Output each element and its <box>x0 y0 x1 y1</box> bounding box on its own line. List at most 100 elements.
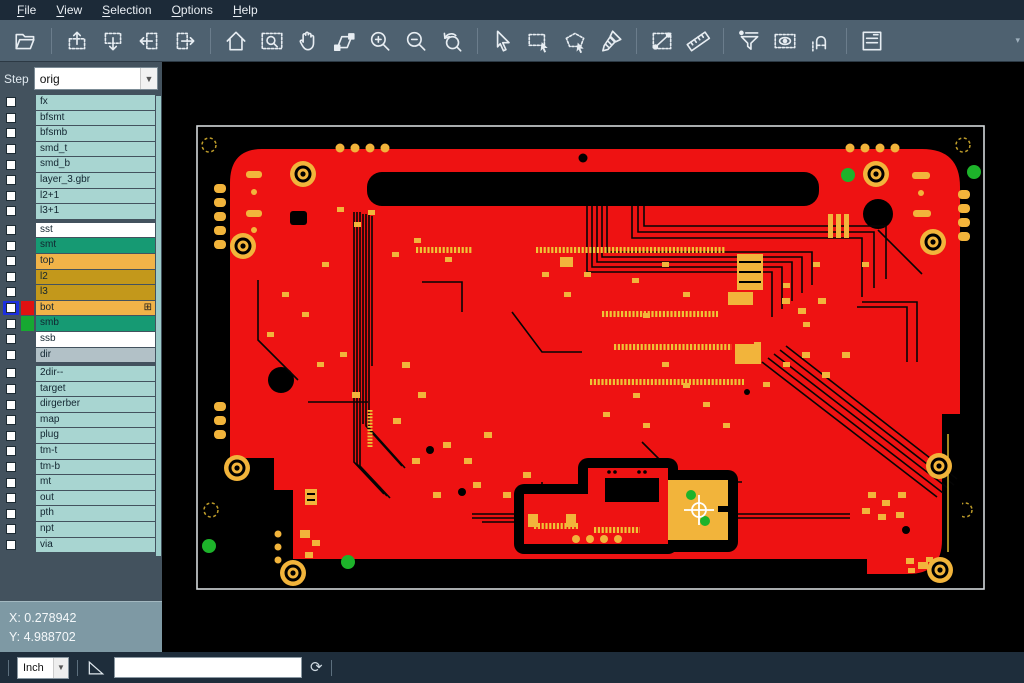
layer-label[interactable]: sst <box>36 223 155 238</box>
open-folder-icon[interactable] <box>8 25 44 57</box>
layer-label[interactable]: l3 <box>36 285 155 300</box>
step-select[interactable]: orig ▼ <box>34 67 158 90</box>
zoom-vertex-icon[interactable] <box>326 25 362 57</box>
layer-color-swatch[interactable] <box>21 444 34 459</box>
layer-checkbox[interactable] <box>6 97 16 107</box>
layer-checkbox[interactable] <box>6 175 16 185</box>
layer-label[interactable]: plug <box>36 428 155 443</box>
layer-label[interactable]: top <box>36 254 155 269</box>
layer-label[interactable]: l2+1 <box>36 189 155 204</box>
layer-checkbox[interactable] <box>6 160 16 170</box>
layer-checkbox[interactable] <box>6 191 16 201</box>
layer-checkbox[interactable] <box>6 350 16 360</box>
layer-list-scrollbar[interactable] <box>156 96 161 556</box>
layer-label[interactable]: layer_3.gbr <box>36 173 155 188</box>
layer-color-swatch[interactable] <box>21 348 34 363</box>
zoom-out-icon[interactable] <box>398 25 434 57</box>
pan-up-icon[interactable] <box>59 25 95 57</box>
layer-color-swatch[interactable] <box>21 332 34 347</box>
layer-checkbox[interactable] <box>6 241 16 251</box>
layer-color-swatch[interactable] <box>21 316 34 331</box>
menu-item-help[interactable]: Help <box>224 1 267 19</box>
layer-checkbox[interactable] <box>6 206 16 216</box>
layer-label[interactable]: target <box>36 382 155 397</box>
select-rect-icon[interactable] <box>521 25 557 57</box>
menu-item-selection[interactable]: Selection <box>93 1 160 19</box>
layer-label[interactable]: via <box>36 538 155 553</box>
layer-color-swatch[interactable] <box>21 223 34 238</box>
layer-checkbox[interactable] <box>6 319 16 329</box>
layer-label[interactable]: tm-t <box>36 444 155 459</box>
layer-color-swatch[interactable] <box>21 111 34 126</box>
layer-label[interactable]: out <box>36 491 155 506</box>
layer-color-swatch[interactable] <box>21 254 34 269</box>
units-select[interactable]: Inch ▼ <box>17 657 69 679</box>
pan-right-icon[interactable] <box>167 25 203 57</box>
snap-magnet-icon[interactable] <box>803 25 839 57</box>
layer-color-swatch[interactable] <box>21 126 34 141</box>
pcb-canvas[interactable] <box>162 62 1024 652</box>
layer-label[interactable]: smt <box>36 238 155 253</box>
layer-label[interactable]: ssb <box>36 332 155 347</box>
ruler-icon[interactable] <box>680 25 716 57</box>
layer-checkbox[interactable] <box>6 478 16 488</box>
layer-checkbox[interactable] <box>6 113 16 123</box>
layer-color-swatch[interactable] <box>21 189 34 204</box>
menu-item-view[interactable]: View <box>47 1 91 19</box>
layer-label[interactable]: smd_b <box>36 157 155 172</box>
refresh-icon[interactable]: ⟳ <box>310 660 323 675</box>
layer-checkbox[interactable] <box>6 462 16 472</box>
select-cursor-icon[interactable] <box>485 25 521 57</box>
layer-label[interactable]: smb <box>36 316 155 331</box>
home-icon[interactable] <box>218 25 254 57</box>
filter-icon[interactable] <box>731 25 767 57</box>
select-polygon-icon[interactable] <box>557 25 593 57</box>
view-options-icon[interactable] <box>767 25 803 57</box>
layer-color-swatch[interactable] <box>21 428 34 443</box>
layer-label[interactable]: l2 <box>36 270 155 285</box>
layer-label[interactable]: dirgerber <box>36 397 155 412</box>
layer-checkbox[interactable] <box>6 540 16 550</box>
pan-down-icon[interactable] <box>95 25 131 57</box>
layer-color-swatch[interactable] <box>21 522 34 537</box>
layer-checkbox[interactable] <box>6 225 16 235</box>
layer-label[interactable]: pth <box>36 506 155 521</box>
zoom-window-icon[interactable] <box>254 25 290 57</box>
layer-checkbox[interactable] <box>6 272 16 282</box>
layer-color-swatch[interactable] <box>21 204 34 219</box>
layer-color-swatch[interactable] <box>21 142 34 157</box>
layer-color-swatch[interactable] <box>21 475 34 490</box>
layer-color-swatch[interactable] <box>21 413 34 428</box>
layer-label[interactable]: dir <box>36 348 155 363</box>
layer-color-swatch[interactable] <box>21 238 34 253</box>
layer-label[interactable]: npt <box>36 522 155 537</box>
layer-color-swatch[interactable] <box>21 538 34 553</box>
layer-color-swatch[interactable] <box>21 285 34 300</box>
layer-color-swatch[interactable] <box>21 366 34 381</box>
layer-color-swatch[interactable] <box>21 382 34 397</box>
layer-checkbox[interactable] <box>6 446 16 456</box>
layer-color-swatch[interactable] <box>21 157 34 172</box>
layer-label[interactable]: fx <box>36 95 155 110</box>
layer-checkbox[interactable] <box>6 493 16 503</box>
pan-hand-icon[interactable] <box>290 25 326 57</box>
angle-measure-icon[interactable] <box>86 658 106 678</box>
layer-color-swatch[interactable] <box>21 301 34 316</box>
measure-box-icon[interactable] <box>644 25 680 57</box>
layer-label[interactable]: bot⊞ <box>36 301 155 316</box>
layer-checkbox[interactable] <box>6 509 16 519</box>
layer-checkbox[interactable] <box>6 524 16 534</box>
layer-checkbox[interactable] <box>6 384 16 394</box>
clear-brush-icon[interactable] <box>593 25 629 57</box>
layer-label[interactable]: map <box>36 413 155 428</box>
layer-label[interactable]: l3+1 <box>36 204 155 219</box>
layer-checkbox[interactable] <box>6 287 16 297</box>
layers-panel-icon[interactable] <box>854 25 890 57</box>
layer-checkbox[interactable] <box>6 144 16 154</box>
layer-checkbox[interactable] <box>6 256 16 266</box>
layer-checkbox[interactable] <box>6 431 16 441</box>
layer-label[interactable]: tm-b <box>36 460 155 475</box>
menu-item-file[interactable]: File <box>8 1 45 19</box>
zoom-in-icon[interactable] <box>362 25 398 57</box>
layer-checkbox[interactable] <box>6 400 16 410</box>
